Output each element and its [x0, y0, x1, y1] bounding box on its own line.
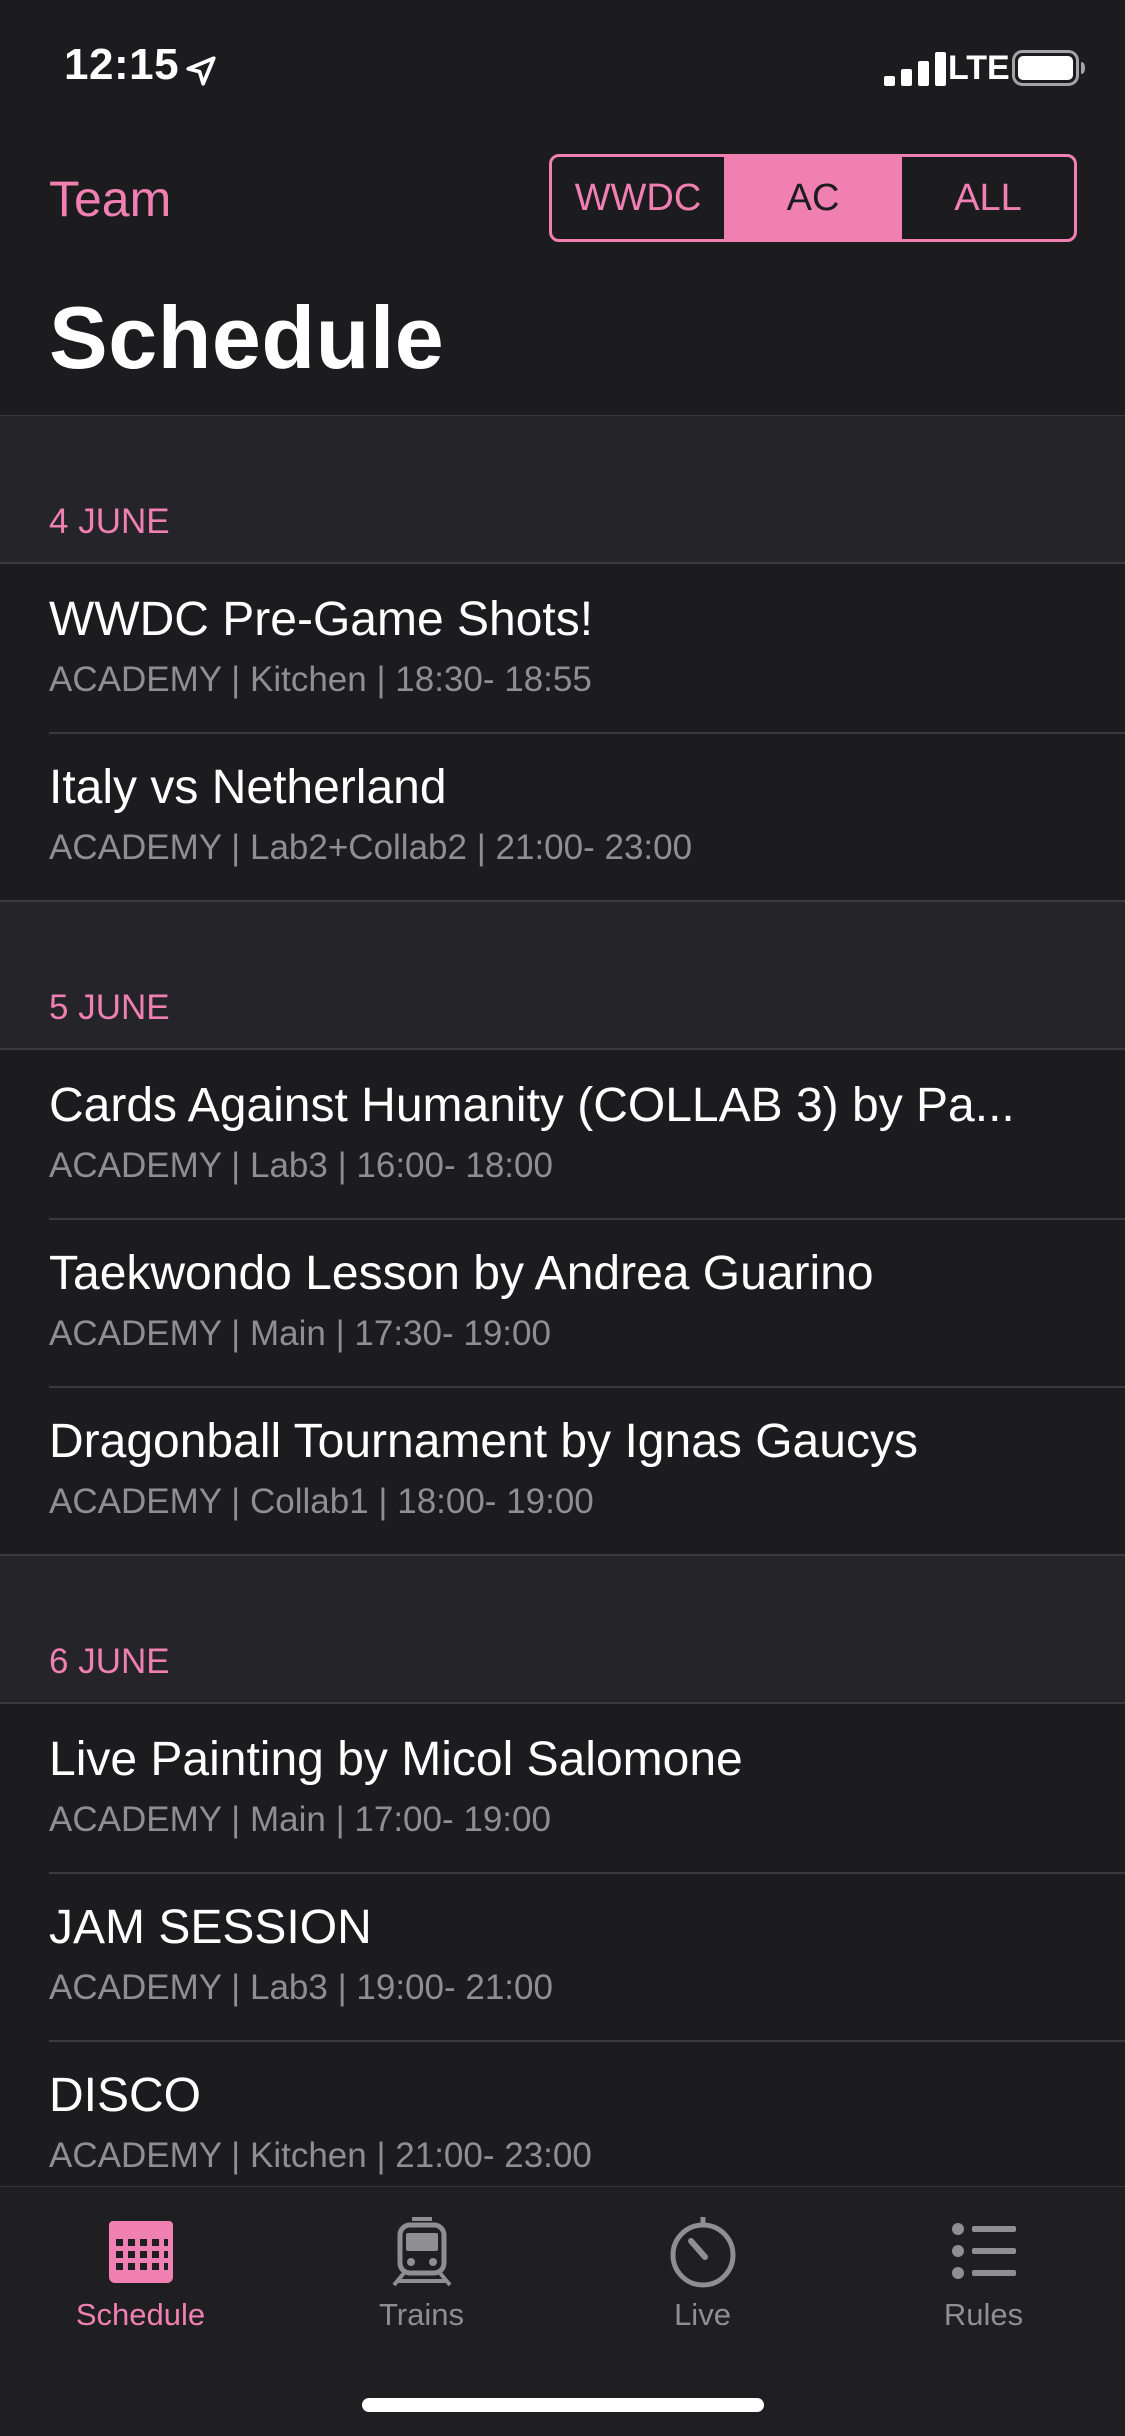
section-header: 6 JUNE [0, 1556, 1125, 1702]
event-details: ACADEMY | Main | 17:30- 19:00 [49, 1314, 551, 1353]
calendar-icon [108, 2221, 173, 2283]
event-title: WWDC Pre-Game Shots! [49, 593, 594, 646]
section-date: 5 JUNE [49, 988, 170, 1027]
section-group: WWDC Pre-Game Shots! ACADEMY | Kitchen |… [0, 562, 1125, 902]
location-arrow-icon [186, 56, 216, 86]
section-date: 6 JUNE [49, 1642, 170, 1681]
timer-icon [670, 2217, 735, 2288]
event-title: DISCO [49, 2069, 202, 2122]
event-title: JAM SESSION [49, 1901, 372, 1954]
home-indicator[interactable] [362, 2398, 764, 2412]
event-details: ACADEMY | Collab1 | 18:00- 19:00 [49, 1482, 594, 1521]
event-title: Taekwondo Lesson by Andrea Guarino [49, 1247, 874, 1300]
section-date: 4 JUNE [49, 502, 170, 541]
event-details: ACADEMY | Lab2+Collab2 | 21:00- 23:00 [49, 828, 693, 867]
event-row[interactable]: Cards Against Humanity (COLLAB 3) by Pa.… [0, 1050, 1125, 1218]
event-title: Live Painting by Micol Salomone [49, 1733, 743, 1786]
tab-live[interactable]: Live [562, 2187, 843, 2353]
event-row[interactable]: Taekwondo Lesson by Andrea Guarino ACADE… [0, 1218, 1125, 1386]
tab-label: Rules [943, 2297, 1024, 2332]
segment-wwdc[interactable]: WWDC [552, 157, 727, 239]
train-icon [391, 2217, 452, 2287]
tab-rules[interactable]: Rules [843, 2187, 1124, 2353]
event-details: ACADEMY | Lab3 | 19:00- 21:00 [49, 1968, 553, 2007]
event-details: ACADEMY | Kitchen | 21:00- 23:00 [49, 2136, 592, 2175]
network-type-label: LTE [948, 49, 1010, 87]
status-time: 12:15 [64, 40, 180, 89]
schedule-list[interactable]: 4 JUNE WWDC Pre-Game Shots! ACADEMY | Ki… [0, 416, 1125, 2186]
event-title: Cards Against Humanity (COLLAB 3) by Pa.… [49, 1079, 1015, 1132]
battery-icon [1012, 50, 1085, 86]
segment-all[interactable]: ALL [902, 157, 1074, 239]
event-details: ACADEMY | Main | 17:00- 19:00 [49, 1800, 551, 1839]
team-back-button[interactable]: Team [49, 170, 171, 228]
event-title: Italy vs Netherland [49, 761, 447, 814]
event-row[interactable]: Italy vs Netherland ACADEMY | Lab2+Colla… [0, 732, 1125, 900]
tab-label: Schedule [75, 2297, 206, 2332]
section-header: 5 JUNE [0, 902, 1125, 1048]
cellular-signal-icon [884, 52, 946, 86]
event-row[interactable]: WWDC Pre-Game Shots! ACADEMY | Kitchen |… [0, 564, 1125, 732]
section-group: Live Painting by Micol Salomone ACADEMY … [0, 1702, 1125, 2186]
event-row[interactable]: JAM SESSION ACADEMY | Lab3 | 19:00- 21:0… [0, 1872, 1125, 2040]
tab-trains[interactable]: Trains [281, 2187, 562, 2353]
list-icon [951, 2223, 1016, 2279]
event-row[interactable]: DISCO ACADEMY | Kitchen | 21:00- 23:00 [0, 2040, 1125, 2186]
segment-ac[interactable]: AC [727, 157, 902, 239]
event-row[interactable]: Dragonball Tournament by Ignas Gaucys AC… [0, 1386, 1125, 1554]
filter-segmented-control: WWDC AC ALL [549, 154, 1077, 242]
tab-label: Trains [379, 2297, 464, 2332]
app-screen: 12:15 LTE Team WWDC AC ALL Schedule 4 JU… [0, 0, 1125, 2436]
page-title: Schedule [49, 288, 445, 387]
event-title: Dragonball Tournament by Ignas Gaucys [49, 1415, 918, 1468]
section-header: 4 JUNE [0, 416, 1125, 562]
event-details: ACADEMY | Lab3 | 16:00- 18:00 [49, 1146, 553, 1185]
event-row[interactable]: Live Painting by Micol Salomone ACADEMY … [0, 1704, 1125, 1872]
status-bar: 12:15 LTE [0, 0, 1125, 132]
tab-label: Live [674, 2297, 731, 2332]
tab-schedule[interactable]: Schedule [0, 2187, 281, 2353]
section-group: Cards Against Humanity (COLLAB 3) by Pa.… [0, 1048, 1125, 1556]
event-details: ACADEMY | Kitchen | 18:30- 18:55 [49, 660, 592, 699]
navigation-header: Team WWDC AC ALL Schedule [0, 132, 1125, 416]
